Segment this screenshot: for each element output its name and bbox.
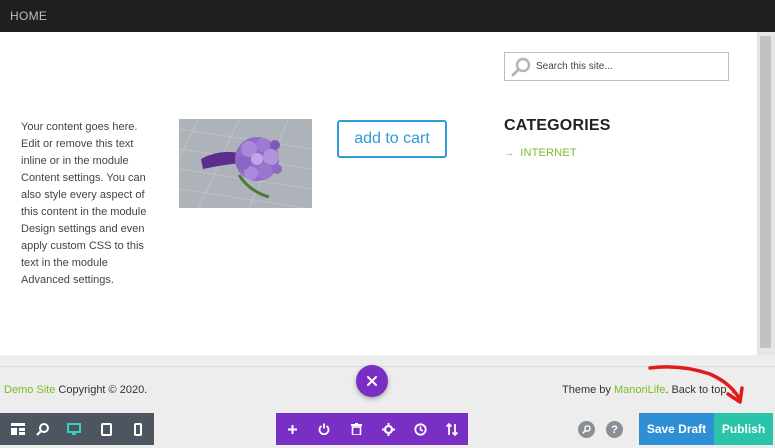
- phone-view-button[interactable]: [122, 413, 154, 445]
- plus-icon: [287, 424, 297, 434]
- close-button[interactable]: [356, 365, 388, 397]
- portability-button[interactable]: [308, 413, 340, 445]
- theme-author-link[interactable]: ManoriLife: [614, 384, 665, 396]
- zoom-icon: [35, 422, 49, 436]
- category-label[interactable]: INTERNET: [520, 147, 577, 159]
- footer-copyright: Demo Site Copyright © 2020.: [4, 384, 147, 396]
- history-icon: [413, 422, 427, 436]
- product-image: [179, 119, 312, 208]
- tablet-icon: [100, 422, 112, 436]
- page-settings-toolbar: [276, 413, 468, 445]
- footer-credits: Theme by ManoriLife. Back to top ↑: [562, 384, 735, 396]
- power-icon: [318, 423, 330, 435]
- theme-by-text: Theme by: [562, 384, 614, 396]
- add-to-cart-button[interactable]: add to cart: [337, 120, 447, 158]
- nav-home-link[interactable]: HOME: [10, 9, 47, 23]
- demo-site-link[interactable]: Demo Site: [4, 384, 55, 396]
- arrow-right-icon: →: [504, 148, 515, 159]
- category-item-internet[interactable]: → INTERNET: [504, 147, 577, 159]
- trash-icon: [350, 423, 362, 435]
- desktop-view-button[interactable]: [58, 413, 90, 445]
- publish-button[interactable]: Publish: [714, 413, 773, 445]
- zoom-out-button[interactable]: [578, 421, 595, 438]
- add-module-button[interactable]: [276, 413, 308, 445]
- zoom-view-button[interactable]: [26, 413, 58, 445]
- search-icon: [582, 425, 591, 434]
- wireframe-icon: [11, 423, 25, 435]
- categories-heading: CATEGORIES: [504, 117, 611, 134]
- search-input[interactable]: [536, 57, 721, 76]
- view-mode-toolbar: [0, 413, 154, 445]
- sort-icon: [446, 422, 458, 436]
- gear-icon: [381, 422, 395, 436]
- delete-button[interactable]: [340, 413, 372, 445]
- help-label: ?: [611, 423, 618, 436]
- close-icon: [367, 376, 377, 386]
- top-navigation-bar: HOME: [0, 0, 775, 32]
- back-to-top-link[interactable]: . Back to top ↑: [665, 384, 735, 396]
- footer-divider: [0, 366, 775, 367]
- help-button[interactable]: ?: [606, 421, 623, 438]
- body-text: Your content goes here. Edit or remove t…: [21, 121, 147, 286]
- copyright-text: Copyright © 2020.: [55, 384, 148, 396]
- save-draft-button[interactable]: Save Draft: [639, 413, 714, 445]
- search-box[interactable]: [504, 52, 729, 81]
- tablet-view-button[interactable]: [90, 413, 122, 445]
- settings-button[interactable]: [372, 413, 404, 445]
- desktop-icon: [67, 422, 81, 435]
- scrollbar-thumb[interactable]: [760, 36, 771, 348]
- phone-icon: [134, 422, 142, 436]
- bouquet-image: [179, 119, 312, 208]
- search-icon: [511, 57, 531, 77]
- sort-button[interactable]: [436, 413, 468, 445]
- history-button[interactable]: [404, 413, 436, 445]
